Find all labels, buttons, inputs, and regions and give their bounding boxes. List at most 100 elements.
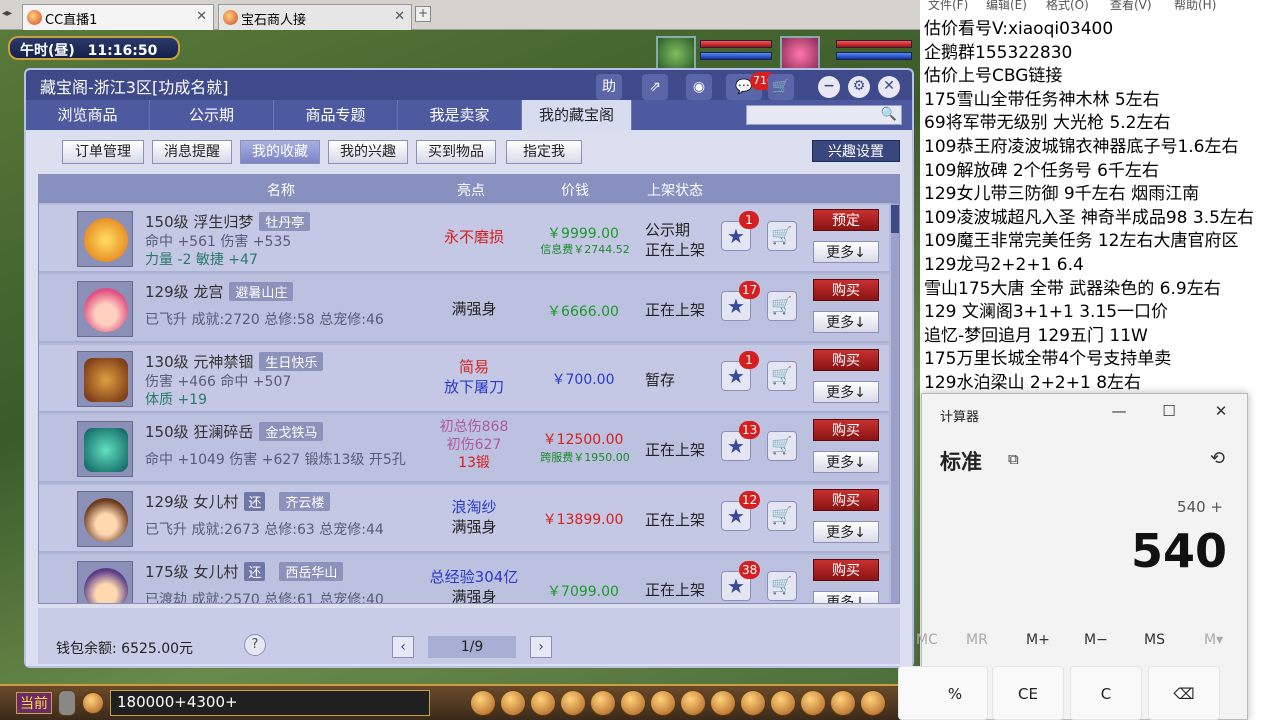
prev-page-button[interactable]: ‹ bbox=[392, 636, 414, 658]
share-icon[interactable]: ⇗ bbox=[642, 74, 668, 100]
tab-browse[interactable]: 浏览商品 bbox=[26, 100, 150, 130]
item-icon[interactable] bbox=[77, 211, 133, 267]
table-row[interactable]: 150级 狂澜碎岳 金戈铁马 命中 +1049 伤害 +627 锻炼13级 开5孔… bbox=[39, 415, 889, 483]
reserve-button[interactable]: 预定 bbox=[813, 209, 879, 231]
menu-file[interactable]: 文件(F) bbox=[928, 0, 968, 13]
clear-entry-button[interactable]: CE bbox=[992, 666, 1064, 720]
search-input[interactable]: 🔍 bbox=[746, 105, 902, 125]
game-menu-icon[interactable] bbox=[800, 690, 826, 716]
backspace-button[interactable]: ⌫ bbox=[1148, 666, 1220, 720]
memory-add-button[interactable]: M+ bbox=[1026, 632, 1050, 648]
minimize-icon[interactable]: − bbox=[818, 76, 840, 98]
tab-seller[interactable]: 我是卖家 bbox=[398, 100, 522, 130]
more-button[interactable]: 更多↓ bbox=[813, 591, 879, 603]
cart-icon[interactable]: 🛒 bbox=[767, 431, 797, 461]
close-icon[interactable]: ✕ bbox=[878, 76, 900, 98]
buy-button[interactable]: 购买 bbox=[813, 489, 879, 511]
cart-icon[interactable]: 🛒 bbox=[767, 221, 797, 251]
history-icon[interactable]: ⟲ bbox=[1210, 448, 1225, 469]
menu-edit[interactable]: 编辑(E) bbox=[986, 0, 1027, 13]
game-menu-icon[interactable] bbox=[740, 690, 766, 716]
buy-button[interactable]: 购买 bbox=[813, 349, 879, 371]
table-row[interactable]: 129级 龙宫 避暑山庄 已飞升 成就:2720 总修:58 总宠修:46 满强身… bbox=[39, 275, 889, 343]
table-row[interactable]: 130级 元神禁锢 生日快乐 伤害 +466 命中 +507 体质 +19 简易 … bbox=[39, 345, 889, 413]
player-avatar[interactable] bbox=[780, 36, 820, 72]
emoji-icon[interactable] bbox=[82, 692, 104, 714]
help-icon[interactable]: ? bbox=[244, 634, 266, 656]
more-button[interactable]: 更多↓ bbox=[813, 521, 879, 543]
tab-public-period[interactable]: 公示期 bbox=[150, 100, 274, 130]
more-button[interactable]: 更多↓ bbox=[813, 311, 879, 333]
next-page-button[interactable]: › bbox=[530, 636, 552, 658]
character-portrait[interactable] bbox=[77, 491, 133, 547]
character-portrait[interactable] bbox=[77, 281, 133, 337]
browser-tab-2[interactable]: 宝石商人接 ✕ bbox=[218, 4, 412, 30]
game-menu-icon[interactable] bbox=[590, 690, 616, 716]
percent-button[interactable]: % bbox=[898, 666, 988, 720]
close-icon[interactable]: ✕ bbox=[1206, 402, 1236, 422]
table-scrollbar[interactable] bbox=[891, 203, 899, 603]
cart-icon[interactable]: 🛒 bbox=[767, 291, 797, 321]
cart-icon[interactable]: 🛒 bbox=[767, 501, 797, 531]
game-menu-icon[interactable] bbox=[470, 690, 496, 716]
item-icon[interactable] bbox=[77, 421, 133, 477]
more-button[interactable]: 更多↓ bbox=[813, 241, 879, 263]
buy-button[interactable]: 购买 bbox=[813, 559, 879, 581]
table-row[interactable]: 129级 女儿村还齐云楼 已飞升 成就:2673 总修:63 总宠修:44 浪淘… bbox=[39, 485, 889, 553]
more-button[interactable]: 更多↓ bbox=[813, 381, 879, 403]
my-interests-button[interactable]: 我的兴趣 bbox=[328, 140, 408, 164]
menu-format[interactable]: 格式(O) bbox=[1046, 0, 1089, 13]
game-menu-icon[interactable] bbox=[680, 690, 706, 716]
buy-button[interactable]: 购买 bbox=[813, 279, 879, 301]
help-button[interactable]: 助 bbox=[596, 74, 622, 100]
table-row[interactable]: 150级 浮生归梦 牡丹亭 命中 +561 伤害 +535 力量 -2 敏捷 +4… bbox=[39, 205, 889, 273]
buy-button[interactable]: 购买 bbox=[813, 419, 879, 441]
chat-channel-button[interactable]: 当前 bbox=[16, 692, 52, 714]
interest-settings-button[interactable]: 兴趣设置 bbox=[812, 140, 900, 162]
close-icon[interactable]: ✕ bbox=[196, 9, 207, 24]
table-row[interactable]: 175级 女儿村还西岳华山 已渡劫 成就:2570 总修:61 总宠修:40 总… bbox=[39, 555, 889, 603]
menu-view[interactable]: 查看(V) bbox=[1110, 0, 1152, 13]
keep-on-top-icon[interactable]: ⧉ bbox=[1008, 450, 1019, 468]
game-menu-icon[interactable] bbox=[860, 690, 886, 716]
tab-my-pavilion[interactable]: 我的藏宝阁 bbox=[522, 100, 632, 130]
microphone-icon[interactable] bbox=[58, 690, 76, 716]
scrollbar-thumb[interactable] bbox=[891, 205, 899, 233]
cart-icon[interactable]: 🛒 bbox=[767, 571, 797, 601]
item-icon[interactable] bbox=[77, 351, 133, 407]
more-button[interactable]: 更多↓ bbox=[813, 451, 879, 473]
search-icon[interactable]: 🔍 bbox=[881, 107, 897, 122]
game-menu-icon[interactable] bbox=[560, 690, 586, 716]
game-menu-icon[interactable] bbox=[650, 690, 676, 716]
designated-me-button[interactable]: 指定我 bbox=[506, 140, 582, 164]
game-menu-icon[interactable] bbox=[500, 690, 526, 716]
character-portrait[interactable] bbox=[77, 561, 133, 603]
memory-subtract-button[interactable]: M− bbox=[1084, 632, 1108, 648]
minimize-icon[interactable]: — bbox=[1104, 402, 1134, 422]
game-menu-icon[interactable] bbox=[710, 690, 736, 716]
memory-list-button[interactable]: M▾ bbox=[1204, 632, 1223, 648]
memory-clear-button[interactable]: MC bbox=[916, 632, 938, 648]
my-favorites-button[interactable]: 我的收藏 bbox=[240, 140, 320, 164]
memory-store-button[interactable]: MS bbox=[1144, 632, 1165, 648]
record-icon[interactable]: ◉ bbox=[686, 74, 712, 100]
game-menu-icon[interactable] bbox=[620, 690, 646, 716]
pet-avatar[interactable] bbox=[656, 36, 696, 72]
cart-icon[interactable]: 🛒 bbox=[768, 74, 794, 100]
chat-input[interactable]: 180000+4300+ bbox=[110, 690, 430, 716]
tab-topics[interactable]: 商品专题 bbox=[274, 100, 398, 130]
close-icon[interactable]: ✕ bbox=[394, 9, 405, 24]
maximize-icon[interactable]: ☐ bbox=[1154, 402, 1184, 422]
notepad-text-area[interactable]: 估价看号V:xiaoqi03400 企鹅群155322830 估价上号CBG链接… bbox=[924, 18, 1280, 396]
bought-items-button[interactable]: 买到物品 bbox=[416, 140, 496, 164]
message-reminder-button[interactable]: 消息提醒 bbox=[152, 140, 232, 164]
game-menu-icon[interactable] bbox=[770, 690, 796, 716]
order-management-button[interactable]: 订单管理 bbox=[62, 140, 144, 164]
menu-help[interactable]: 帮助(H) bbox=[1174, 0, 1216, 13]
new-tab-button[interactable]: + bbox=[415, 6, 431, 22]
browser-tab-1[interactable]: CC直播1 ✕ bbox=[22, 4, 214, 30]
game-menu-icon[interactable] bbox=[830, 690, 856, 716]
memory-recall-button[interactable]: MR bbox=[966, 632, 988, 648]
cart-icon[interactable]: 🛒 bbox=[767, 361, 797, 391]
game-menu-icon[interactable] bbox=[530, 690, 556, 716]
